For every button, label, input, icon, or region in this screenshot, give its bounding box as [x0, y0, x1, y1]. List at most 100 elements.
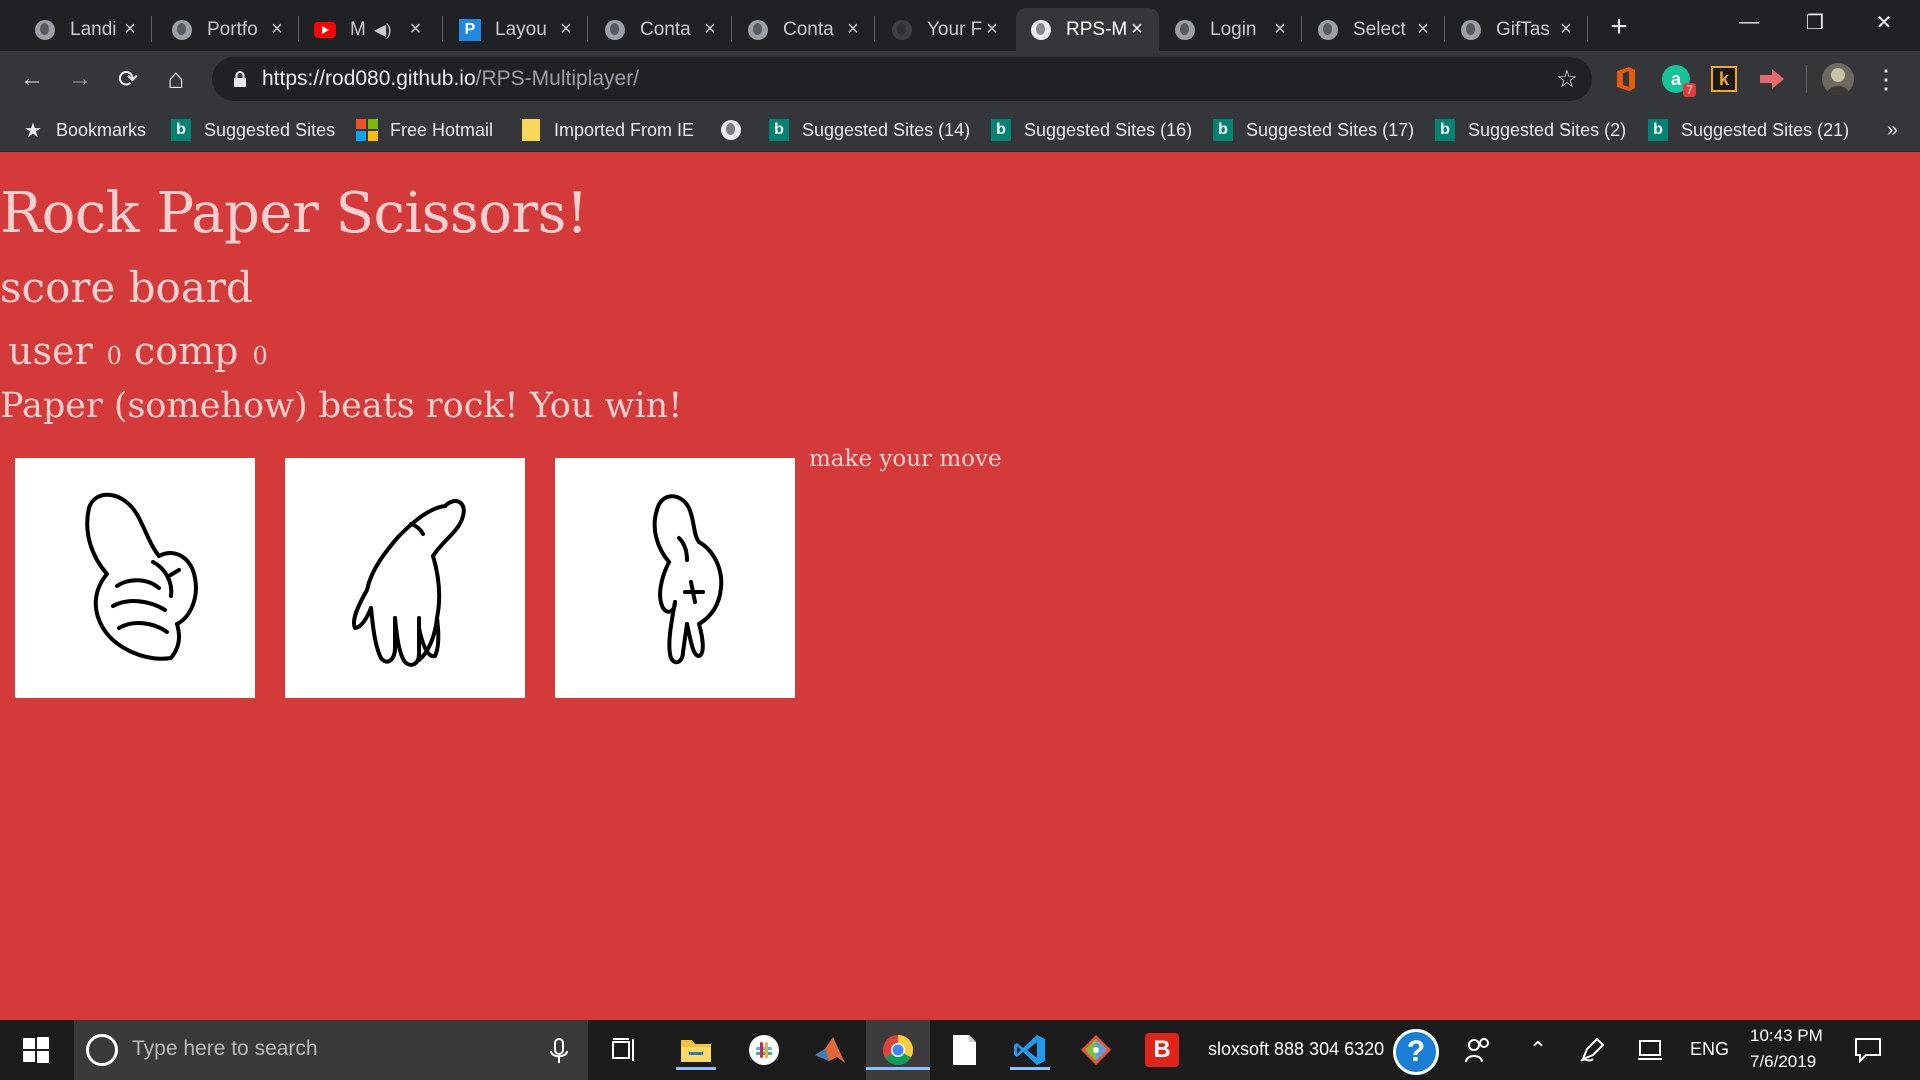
globe-icon	[1317, 19, 1339, 41]
globe-icon	[1460, 19, 1482, 41]
bookmark-label: Bookmarks	[56, 119, 147, 140]
start-icon[interactable]	[16, 1030, 56, 1070]
bookmark-label: Suggested Sites (2)	[1468, 119, 1627, 140]
bing-icon: b	[1434, 119, 1456, 141]
page-title: Rock Paper Scissors!	[0, 181, 588, 246]
file-explorer-icon[interactable]	[676, 1030, 716, 1070]
notepad-icon[interactable]	[944, 1030, 984, 1070]
close-icon[interactable]: ×	[1270, 18, 1290, 40]
close-icon[interactable]: ×	[120, 18, 140, 40]
tab-select[interactable]: Select ×	[1303, 8, 1445, 51]
bookmark-bookmarks[interactable]: ★ Bookmarks	[22, 115, 146, 145]
task-view-icon[interactable]	[604, 1030, 644, 1070]
bookmark-suggested-sites-16[interactable]: b Suggested Sites (16)	[990, 115, 1192, 145]
bookmark-suggested-sites-14[interactable]: b Suggested Sites (14)	[768, 115, 970, 145]
close-icon[interactable]: ×	[267, 18, 287, 40]
youtube-icon	[314, 19, 336, 41]
matlab-icon[interactable]	[810, 1030, 850, 1070]
close-icon[interactable]: ×	[1413, 18, 1433, 40]
help-icon[interactable]: ?	[1392, 1028, 1440, 1076]
user-label: user	[8, 329, 93, 373]
close-icon[interactable]: ×	[556, 18, 576, 40]
chrome-icon[interactable]	[866, 1020, 930, 1080]
minimize-button[interactable]: —	[1720, 0, 1778, 44]
bookmark-free-hotmail[interactable]: Free Hotmail	[356, 115, 493, 145]
audio-icon[interactable]: ◀)	[374, 20, 392, 40]
bookmark-label: Suggested Sites (16)	[1024, 119, 1193, 140]
comp-score: 0	[252, 342, 268, 370]
globe-icon	[720, 119, 742, 141]
address-bar[interactable]: https://rod080.github.io/RPS-Multiplayer…	[212, 57, 1592, 101]
tab-landing[interactable]: Landi ×	[20, 8, 152, 51]
tab-youtube[interactable]: M ◀) ×	[300, 8, 443, 51]
tab-title: Login	[1210, 18, 1257, 40]
taskbar-search-box[interactable]: Type here to search	[74, 1020, 588, 1080]
close-icon[interactable]: ×	[843, 18, 863, 40]
home-button[interactable]: ⌂	[158, 61, 194, 97]
arrow-extension-icon[interactable]	[1756, 63, 1788, 95]
url-text[interactable]: https://rod080.github.io/RPS-Multiplayer…	[262, 67, 639, 91]
tab-contact-2[interactable]: Conta ×	[733, 8, 875, 51]
rock-choice-button[interactable]	[15, 458, 255, 698]
notification-icon[interactable]	[1848, 1030, 1888, 1070]
clock-time[interactable]: 10:43 PM	[1750, 1026, 1823, 1046]
profile-avatar[interactable]	[1822, 63, 1854, 95]
support-text[interactable]: sloxsoft 888 304 6320	[1208, 1039, 1384, 1060]
network-icon[interactable]	[1630, 1030, 1670, 1070]
bookmark-star-icon[interactable]: ☆	[1552, 64, 1582, 94]
bookmarks-overflow-button[interactable]: »	[1887, 119, 1898, 142]
close-icon[interactable]: ×	[982, 18, 1002, 40]
pen-icon[interactable]	[1572, 1030, 1612, 1070]
score-row: user 0 comp 0	[8, 329, 280, 373]
bookmark-suggested-sites-21[interactable]: b Suggested Sites (21)	[1647, 115, 1849, 145]
bookmark-imported-from-ie[interactable]: Imported From IE	[520, 115, 694, 145]
vscode-icon[interactable]	[1010, 1030, 1050, 1070]
reload-button[interactable]: ⟳	[110, 61, 146, 97]
bookmark-globe[interactable]	[720, 115, 754, 145]
maximize-button[interactable]: ❐	[1786, 0, 1844, 44]
back-button[interactable]: ←	[14, 61, 50, 97]
grammarly-icon[interactable]: a 7	[1660, 63, 1696, 97]
tab-title: M	[350, 18, 366, 40]
make-move-prompt: make your move	[809, 446, 1002, 472]
bitdefender-icon[interactable]: B	[1142, 1030, 1182, 1070]
tab-contact-1[interactable]: Conta ×	[590, 8, 732, 51]
scissors-choice-button[interactable]	[555, 458, 795, 698]
close-icon[interactable]: ×	[1556, 18, 1576, 40]
microphone-icon[interactable]	[544, 1036, 574, 1066]
slack-icon[interactable]	[744, 1030, 784, 1070]
tab-portfolio[interactable]: Portfo ×	[157, 8, 299, 51]
language-indicator[interactable]: ENG	[1690, 1039, 1729, 1060]
close-icon[interactable]: ×	[1127, 18, 1147, 40]
chevron-up-icon[interactable]: ⌃	[1518, 1030, 1558, 1070]
paper-hand-icon	[352, 499, 466, 667]
forward-button[interactable]: →	[62, 61, 98, 97]
browser-menu-button[interactable]: ⋮	[1868, 61, 1904, 97]
tab-github[interactable]: Your F ×	[877, 8, 1014, 51]
tab-login[interactable]: Login ×	[1160, 8, 1302, 51]
close-icon[interactable]: ×	[700, 18, 720, 40]
grammarly-badge: 7	[1683, 83, 1696, 97]
git-icon[interactable]	[1076, 1030, 1116, 1070]
paper-choice-button[interactable]	[285, 458, 525, 698]
office-icon[interactable]	[1610, 63, 1642, 95]
bookmark-suggested-sites-2[interactable]: b Suggested Sites (2)	[1434, 115, 1626, 145]
tab-title: GifTas	[1496, 18, 1550, 40]
close-icon[interactable]: ×	[405, 18, 425, 40]
tab-giftastic[interactable]: GifTas ×	[1446, 8, 1588, 51]
new-tab-button[interactable]: +	[1604, 10, 1634, 43]
close-window-button[interactable]: ✕	[1855, 0, 1913, 44]
bookmark-suggested-sites[interactable]: b Suggested Sites	[170, 115, 335, 145]
bookmark-suggested-sites-17[interactable]: b Suggested Sites (17)	[1212, 115, 1414, 145]
github-icon	[891, 19, 913, 41]
people-icon[interactable]	[1458, 1030, 1498, 1070]
url-path: /RPS-Multiplayer/	[475, 67, 640, 90]
search-placeholder: Type here to search	[132, 1037, 318, 1060]
bookmark-label: Free Hotmail	[390, 119, 494, 140]
tab-rps-multiplayer[interactable]: RPS-M ×	[1016, 8, 1159, 51]
tab-layout[interactable]: P Layou ×	[445, 8, 588, 51]
tab-title: Portfo	[207, 18, 258, 40]
keepa-icon[interactable]: k	[1708, 63, 1740, 95]
clock-date[interactable]: 7/6/2019	[1750, 1052, 1816, 1072]
cortana-icon	[86, 1034, 118, 1066]
